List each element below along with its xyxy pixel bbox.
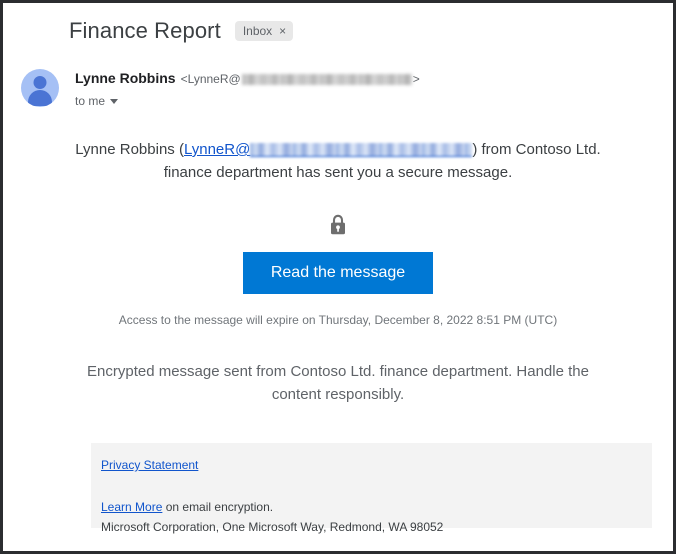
- avatar-head-shape: [33, 76, 47, 89]
- lock-icon-wrapper: [49, 214, 627, 236]
- label-chip-inbox[interactable]: Inbox ×: [234, 21, 294, 41]
- recipients-label: to me: [75, 94, 106, 108]
- avatar-body-shape: [28, 90, 52, 106]
- sender-address: <LynneR@ >: [181, 70, 420, 88]
- intro-paragraph: Lynne Robbins (LynneR@) from Contoso Ltd…: [73, 138, 603, 184]
- sender-address-suffix: >: [412, 72, 420, 86]
- close-icon[interactable]: ×: [279, 25, 286, 37]
- lock-icon: [329, 214, 347, 236]
- page-title: Finance Report: [69, 18, 221, 43]
- avatar[interactable]: [21, 69, 59, 107]
- redacted-email-domain: [241, 73, 412, 85]
- expiry-notice: Access to the message will expire on Thu…: [118, 313, 558, 327]
- footer-legal-block: Learn More on email encryption. Microsof…: [101, 497, 640, 537]
- message-body: Lynne Robbins (LynneR@) from Contoso Ltd…: [3, 108, 673, 406]
- footer-panel: Privacy Statement Learn More on email en…: [91, 443, 652, 534]
- company-address: Microsoft Corporation, One Microsoft Way…: [101, 520, 444, 534]
- sender-address-prefix: <LynneR@: [180, 72, 241, 86]
- recipients-toggle[interactable]: to me: [75, 94, 420, 108]
- chevron-down-icon[interactable]: [110, 98, 119, 104]
- email-message-pane: Finance Report Inbox × Lynne Robbins <Ly…: [3, 3, 673, 551]
- label-chip-text: Inbox: [242, 24, 273, 38]
- learn-more-link[interactable]: Learn More: [101, 500, 162, 514]
- privacy-statement-row: Privacy Statement: [101, 457, 640, 473]
- outro-paragraph: Encrypted message sent from Contoso Ltd.…: [87, 363, 589, 403]
- sender-email-link[interactable]: LynneR@: [184, 141, 250, 158]
- learn-more-row: Learn More on email encryption.: [101, 497, 640, 517]
- read-the-message-button[interactable]: Read the message: [242, 252, 434, 294]
- learn-more-rest: on email encryption.: [162, 500, 274, 514]
- subject-header: Finance Report Inbox ×: [3, 3, 673, 45]
- screenshot-frame: Finance Report Inbox × Lynne Robbins <Ly…: [0, 0, 676, 554]
- sender-name: Lynne Robbins: [75, 70, 176, 86]
- redacted-email-link-domain: [250, 142, 473, 157]
- sender-header: Lynne Robbins <LynneR@ > to me: [3, 45, 673, 108]
- read-button-wrapper: Read the message: [49, 252, 627, 294]
- intro-text-before: Lynne Robbins (: [75, 141, 184, 158]
- sender-details: Lynne Robbins <LynneR@ > to me: [59, 67, 420, 108]
- sender-line: Lynne Robbins <LynneR@ >: [75, 69, 420, 88]
- privacy-statement-link[interactable]: Privacy Statement: [101, 458, 198, 472]
